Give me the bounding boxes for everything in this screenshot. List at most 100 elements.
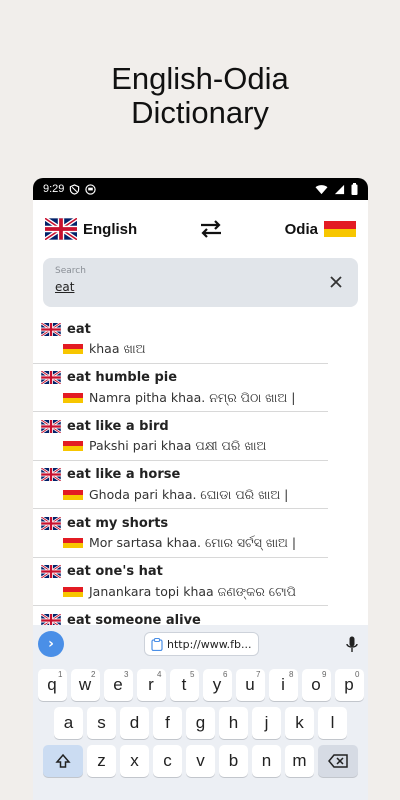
uk-flag-icon xyxy=(41,322,61,336)
key-p[interactable]: p0 xyxy=(334,669,364,701)
clipboard-icon xyxy=(151,637,163,651)
key-label: z xyxy=(97,751,106,770)
search-label: Search xyxy=(55,266,86,276)
close-icon[interactable] xyxy=(326,272,346,292)
key-label: x xyxy=(130,751,139,770)
odia-flag-icon xyxy=(63,344,83,354)
result-english-text: eat like a horse xyxy=(67,467,181,482)
key-hint: 7 xyxy=(256,670,261,679)
result-english-row: eat one's hat xyxy=(33,562,328,582)
key-e[interactable]: e3 xyxy=(103,669,133,701)
key-c[interactable]: c xyxy=(153,745,182,777)
key-label: k xyxy=(295,713,304,732)
search-input[interactable] xyxy=(55,280,275,294)
result-english-text: eat xyxy=(67,321,91,337)
key-j[interactable]: j xyxy=(252,707,281,739)
key-label: t xyxy=(181,675,187,694)
shift-key[interactable] xyxy=(43,745,83,777)
uk-flag-icon xyxy=(41,565,61,578)
result-odia-text: Janankara topi khaa ଜଣଙ୍କର ଟୋପି xyxy=(89,583,296,599)
result-item[interactable]: eat like a bird Pakshi pari khaa ପକ୍ଷୀ ପର… xyxy=(33,412,328,461)
clipboard-text: http://www.fb... xyxy=(167,637,252,651)
key-label: q xyxy=(47,675,57,694)
promo-title: English-Odia Dictionary xyxy=(0,62,400,130)
result-english-row: eat my shorts xyxy=(33,513,328,533)
signal-icon xyxy=(334,184,345,194)
key-o[interactable]: o9 xyxy=(301,669,331,701)
key-s[interactable]: s xyxy=(87,707,116,739)
result-odia-text: Pakshi pari khaa ପକ୍ଷୀ ପରି ଖାଅ xyxy=(89,438,267,453)
keyboard-row-3-letters: z x cvbn m xyxy=(87,745,314,777)
uk-flag-icon xyxy=(41,468,61,481)
microphone-icon[interactable] xyxy=(346,636,358,653)
result-english-text: eat my shorts xyxy=(67,515,169,531)
key-f[interactable]: f xyxy=(153,707,182,739)
result-english-row: eat like a bird xyxy=(33,416,328,436)
result-item[interactable]: eat one's hat Janankara topi khaa ଜଣଙ୍କର … xyxy=(33,558,328,606)
target-language-label: Odia xyxy=(284,220,318,238)
key-v[interactable]: v xyxy=(186,745,215,777)
key-label: n xyxy=(261,751,272,770)
app-notification-icon xyxy=(85,183,97,195)
odia-flag-icon xyxy=(63,538,83,548)
key-label: d xyxy=(129,713,140,732)
result-english-row: eat like a horse xyxy=(33,465,328,485)
key-label: j xyxy=(264,713,269,732)
promo-title-line2: Dictionary xyxy=(131,95,269,130)
key-label: m xyxy=(292,751,307,770)
search-box[interactable]: Search xyxy=(43,258,358,307)
key-hint: 5 xyxy=(190,670,195,679)
key-label: u xyxy=(245,675,255,694)
result-odia-text: khaa ଖାଅ xyxy=(89,341,146,356)
key-q[interactable]: q1 xyxy=(37,669,67,701)
result-english-row: eat humble pie xyxy=(33,368,328,388)
key-w[interactable]: w2 xyxy=(70,669,100,701)
key-d[interactable]: d xyxy=(120,707,149,739)
result-odia-row: Mor sartasa khaa. ମୋର ସର୍ଟସ୍ ଖାଅ | xyxy=(33,533,328,553)
backspace-icon xyxy=(328,754,348,768)
result-item[interactable]: eat like a horse Ghoda pari khaa. ଘୋଡା ପର… xyxy=(33,461,328,509)
status-bar: 9:29 xyxy=(33,178,368,200)
key-n[interactable]: n xyxy=(252,745,281,777)
key-u[interactable]: u7 xyxy=(235,669,265,701)
source-language-label: English xyxy=(83,220,138,238)
swap-languages-icon[interactable] xyxy=(198,219,224,239)
result-item[interactable]: eat humble pie Namra pitha khaa. ନମ୍ର ପିଠ… xyxy=(33,364,328,412)
language-bar: English Odia xyxy=(33,200,368,258)
shift-icon xyxy=(55,753,71,768)
result-odia-row: Namra pitha khaa. ନମ୍ର ପିଠା ଖାଅ | xyxy=(33,388,328,408)
key-hint: 6 xyxy=(223,670,228,679)
backspace-key[interactable] xyxy=(318,745,358,777)
key-t[interactable]: t5 xyxy=(169,669,199,701)
key-i[interactable]: i8 xyxy=(268,669,298,701)
key-m[interactable]: m xyxy=(285,745,314,777)
odia-flag-icon xyxy=(323,221,356,237)
key-label: g xyxy=(195,713,206,732)
key-z[interactable]: z xyxy=(87,745,116,777)
result-item[interactable]: eat my shorts Mor sartasa khaa. ମୋର ସର୍ଟସ… xyxy=(33,509,328,558)
result-odia-row: khaa ଖାଅ xyxy=(33,339,328,359)
key-x[interactable]: x xyxy=(120,745,149,777)
promo-title-line1: English-Odia xyxy=(111,61,289,96)
uk-flag-icon xyxy=(41,419,61,433)
key-h[interactable]: h xyxy=(219,707,248,739)
uk-flag-icon xyxy=(41,516,61,530)
result-odia-text: Mor sartasa khaa. ମୋର ସର୍ଟସ୍ ଖାଅ | xyxy=(89,535,297,550)
source-language[interactable]: English xyxy=(45,218,137,240)
key-r[interactable]: r4 xyxy=(136,669,166,701)
clipboard-suggestion[interactable]: http://www.fb... xyxy=(144,632,259,656)
key-a[interactable]: a xyxy=(54,707,83,739)
key-y[interactable]: y6 xyxy=(202,669,232,701)
phone-screen: 9:29 English Odia Search eat eat khaa ଖା… xyxy=(33,178,368,800)
key-g[interactable]: g xyxy=(186,707,215,739)
key-label: c xyxy=(163,751,172,770)
key-k[interactable]: k xyxy=(285,707,314,739)
chevron-right-icon[interactable]: › xyxy=(38,631,64,657)
key-l[interactable]: l xyxy=(318,707,347,739)
result-odia-text: Ghoda pari khaa. ଘୋଡା ପରି ଖାଅ | xyxy=(89,486,289,502)
result-item[interactable]: eat khaa ଖାଅ xyxy=(33,315,328,364)
key-b[interactable]: b xyxy=(219,745,248,777)
keyboard-row-3: z x cvbn m xyxy=(33,745,368,777)
key-hint: 9 xyxy=(322,670,327,679)
target-language[interactable]: Odia xyxy=(285,221,356,238)
